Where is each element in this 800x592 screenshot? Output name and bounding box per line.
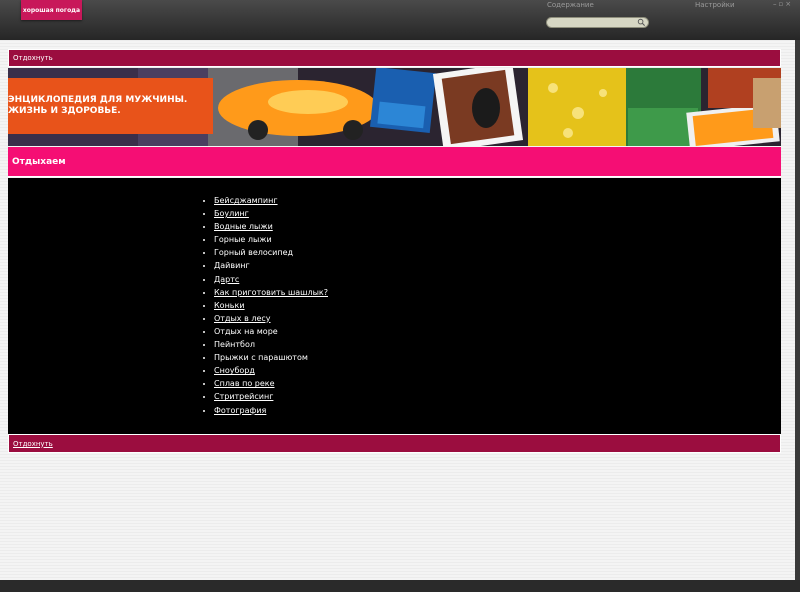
window-controls: –▫× [773,0,793,8]
list-item: Стритрейсинг [214,390,328,403]
list-item: Отдых в лесу [214,312,328,325]
settings-link[interactable]: Настройки [695,1,735,9]
list-item: Сноуборд [214,364,328,377]
list-item: Сплав по реке [214,377,328,390]
list-item-link[interactable]: Бейсджампинг [214,196,278,205]
list-item-link[interactable]: Фотография [214,406,266,415]
list-item-link[interactable]: Коньки [214,301,245,310]
top-bar: хорошая погода Содержание Настройки –▫× [0,0,800,40]
section-title-bar: Отдыхаем [8,147,781,177]
search-icon[interactable] [637,18,646,27]
list-item: Дартс [214,273,328,286]
list-item-link[interactable]: Дартс [214,275,239,284]
list-item-link[interactable]: Боулинг [214,209,249,218]
list-item-text: Пейнтбол [214,340,255,350]
list-item: Бейсджампинг [214,194,328,207]
list-item: Дайвинг [214,259,328,272]
banner-title-line2: ЖИЗНЬ И ЗДОРОВЬЕ. [8,106,121,116]
header-label[interactable]: Отдохнуть [13,54,53,62]
scrollbar[interactable] [795,40,800,580]
main-content: Отдохнуть ЭНЦИКЛОПЕДИЯ ДЛЯ МУЖЧИНЫ. ЖИЗН… [8,49,781,454]
list-item: Водные лыжи [214,220,328,233]
header-bar: Отдохнуть [8,49,781,67]
list-item: Горные лыжи [214,233,328,246]
list-item: Как приготовить шашлык? [214,286,328,299]
list-item-text: Горные лыжи [214,235,272,245]
list-item-text: Отдых на море [214,326,278,336]
banner-title: ЭНЦИКЛОПЕДИЯ ДЛЯ МУЖЧИНЫ. ЖИЗНЬ И ЗДОРОВ… [8,78,213,134]
list-item: Пейнтбол [214,338,328,351]
list-item-link[interactable]: Водные лыжи [214,222,273,231]
search-input[interactable] [551,18,635,27]
contents-link[interactable]: Содержание [547,1,594,9]
banner: ЭНЦИКЛОПЕДИЯ ДЛЯ МУЖЧИНЫ. ЖИЗНЬ И ЗДОРОВ… [8,68,781,146]
list-item: Боулинг [214,207,328,220]
list-item-text: Горный велосипед [214,248,294,258]
close-button[interactable]: × [785,0,793,8]
list-item: Коньки [214,299,328,312]
list-item: Прыжки с парашютом [214,351,328,364]
list-item: Фотография [214,404,328,417]
list-item-link[interactable]: Как приготовить шашлык? [214,288,328,297]
footer-bar: Отдохнуть [8,434,781,453]
bottom-bar [0,580,800,592]
banner-title-line1: ЭНЦИКЛОПЕДИЯ ДЛЯ МУЖЧИНЫ. [8,95,188,105]
list-item-text: Дайвинг [214,261,250,271]
list-item-text: Прыжки с парашютом [214,353,308,363]
list-item: Отдых на море [214,325,328,338]
activities-list: Бейсджампинг Боулинг Водные лыжи Горные лыж… [200,194,328,417]
list-item-link[interactable]: Отдых в лесу [214,314,271,323]
list-item-link[interactable]: Сплав по реке [214,379,275,388]
search-box [546,17,649,28]
section-title: Отдыхаем [12,156,66,167]
list-item-link[interactable]: Сноуборд [214,366,255,375]
footer-link[interactable]: Отдохнуть [13,440,53,448]
list-item: Горный велосипед [214,246,328,259]
brand-logo[interactable]: хорошая погода [21,0,82,20]
list-item-link[interactable]: Стритрейсинг [214,392,273,401]
activities-list-area: Бейсджампинг Боулинг Водные лыжи Горные лыж… [8,178,781,434]
